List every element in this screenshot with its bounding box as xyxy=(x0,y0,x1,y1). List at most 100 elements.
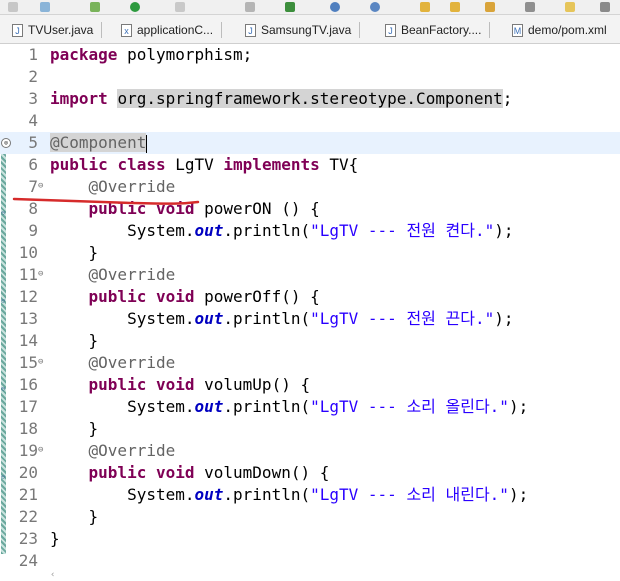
code-line[interactable]: 5 @Component xyxy=(0,132,620,154)
code-line[interactable]: 18 } xyxy=(0,418,620,440)
toolbar-icon[interactable] xyxy=(40,2,50,12)
toolbar-icon[interactable] xyxy=(565,2,575,12)
java-file-icon: J xyxy=(245,23,256,37)
run-icon[interactable] xyxy=(130,2,140,12)
code-line[interactable]: 12 public void powerOff() { xyxy=(0,286,620,308)
code-line[interactable]: 11 ⊖ @Override xyxy=(0,264,620,286)
editor-tab-bar: J TVUser.java x applicationC... J Samsun… xyxy=(0,15,620,44)
line-number: 12 xyxy=(18,287,38,306)
toolbar xyxy=(0,0,620,15)
keyword: public xyxy=(88,287,147,306)
scroll-left-icon[interactable]: ‹ xyxy=(50,570,55,580)
toolbar-icon[interactable] xyxy=(485,2,495,12)
code-text: .println( xyxy=(223,485,311,504)
keyword: class xyxy=(117,155,166,174)
method-signature: powerON () { xyxy=(194,199,320,218)
horizontal-scrollbar[interactable]: ‹ xyxy=(40,570,620,581)
code-text: ); xyxy=(494,309,514,328)
line-number: 6 xyxy=(28,155,38,174)
code-text: System. xyxy=(127,485,195,504)
tab-tvuser[interactable]: J TVUser.java xyxy=(12,19,103,41)
code-text: } xyxy=(50,529,60,548)
code-text: TV{ xyxy=(319,155,359,174)
code-text: ); xyxy=(508,397,529,416)
code-text: } xyxy=(88,331,99,350)
line-number: 24 xyxy=(18,551,38,570)
tab-beanfactory[interactable]: J BeanFactory.... xyxy=(385,19,491,41)
line-number: 9 xyxy=(28,221,38,240)
java-file-icon: J xyxy=(385,23,396,37)
code-line[interactable]: 3 import org.springframework.stereotype.… xyxy=(0,88,620,110)
tab-label: TVUser.java xyxy=(28,23,94,37)
code-line[interactable]: 4 xyxy=(0,110,620,132)
method-signature: volumDown() { xyxy=(194,463,330,482)
toolbar-icon[interactable] xyxy=(245,2,255,12)
tab-pom-xml[interactable]: M demo/pom.xml xyxy=(512,19,607,41)
code-text: .println( xyxy=(223,309,311,328)
tab-label: applicationC... xyxy=(137,23,214,37)
annotation: @Component xyxy=(50,133,147,152)
toolbar-icon[interactable] xyxy=(8,2,18,12)
static-field: out xyxy=(194,221,224,240)
code-text: } xyxy=(88,243,99,262)
tab-samsungtv[interactable]: J SamsungTV.java xyxy=(245,19,361,41)
code-line[interactable]: 2 xyxy=(0,66,620,88)
code-line[interactable]: 22 } xyxy=(0,506,620,528)
code-line[interactable]: 1 package polymorphism; xyxy=(0,44,620,66)
line-number: 10 xyxy=(18,243,38,262)
code-line[interactable]: 17 System.out.println("LgTV --- 소리 올린다."… xyxy=(0,396,620,418)
code-line[interactable]: 23 } xyxy=(0,528,620,550)
code-editor[interactable]: ⊗ ⊖ ⊖ ⊖ ⊖ 1 package polymorphism; 2 3 im… xyxy=(0,44,620,581)
keyword: public xyxy=(88,375,147,394)
code-line[interactable]: 9 System.out.println("LgTV --- 전원 켠다."); xyxy=(0,220,620,242)
fold-toggle-icon[interactable]: ⊖ xyxy=(38,445,43,455)
annotation: @Override xyxy=(88,265,176,284)
line-number: 19 xyxy=(18,441,38,460)
line-number: 21 xyxy=(18,485,38,504)
fold-toggle-icon[interactable]: ⊖ xyxy=(38,269,43,279)
debug-icon[interactable] xyxy=(285,2,295,12)
folder-icon[interactable] xyxy=(420,2,430,12)
code-line[interactable]: 10 } xyxy=(0,242,620,264)
toolbar-icon[interactable] xyxy=(525,2,535,12)
folder-icon[interactable] xyxy=(450,2,460,12)
code-line[interactable]: 24 xyxy=(0,550,620,572)
line-number: 13 xyxy=(18,309,38,328)
code-text: LgTV xyxy=(165,155,224,174)
keyword: public xyxy=(50,155,108,174)
code-line[interactable]: 14 } xyxy=(0,330,620,352)
string-literal: "LgTV --- 전원 끈다." xyxy=(310,309,495,328)
toolbar-icon[interactable] xyxy=(175,2,185,12)
code-line[interactable]: 20 public void volumDown() { xyxy=(0,462,620,484)
code-line[interactable]: 13 System.out.println("LgTV --- 전원 끈다.")… xyxy=(0,308,620,330)
code-text: ); xyxy=(494,221,514,240)
maven-file-icon: M xyxy=(512,23,523,37)
occurrence-highlight: org.springframework.stereotype.Component xyxy=(117,89,503,108)
method-signature: powerOff() { xyxy=(194,287,320,306)
annotation: @Override xyxy=(88,177,176,196)
line-number: 11 xyxy=(18,265,38,284)
code-text: ); xyxy=(508,485,529,504)
code-text: System. xyxy=(127,397,195,416)
fold-toggle-icon[interactable]: ⊖ xyxy=(38,357,43,367)
toolbar-icon[interactable] xyxy=(600,2,610,12)
string-literal: "LgTV --- 소리 올린다." xyxy=(310,397,509,416)
tab-label: SamsungTV.java xyxy=(261,23,352,37)
line-number: 14 xyxy=(18,331,38,350)
code-line[interactable]: 16 public void volumUp() { xyxy=(0,374,620,396)
code-line[interactable]: 19 ⊖ @Override xyxy=(0,440,620,462)
text-caret xyxy=(146,134,148,153)
code-line[interactable]: 15 ⊖ @Override xyxy=(0,352,620,374)
code-line[interactable]: 6 public class LgTV implements TV{ xyxy=(0,154,620,176)
code-line[interactable]: 21 System.out.println("LgTV --- 소리 내린다."… xyxy=(0,484,620,506)
fold-toggle-icon[interactable]: ⊖ xyxy=(38,181,43,191)
toolbar-icon[interactable] xyxy=(370,2,380,12)
tab-applicationcontext[interactable]: x applicationC... xyxy=(121,19,223,41)
line-number: 1 xyxy=(28,45,38,64)
static-field: out xyxy=(194,485,224,504)
tab-label: demo/pom.xml xyxy=(528,23,607,37)
tab-label: BeanFactory.... xyxy=(401,23,482,37)
toolbar-icon[interactable] xyxy=(330,2,340,12)
toolbar-icon[interactable] xyxy=(90,2,100,12)
annotation: @Override xyxy=(88,441,176,460)
